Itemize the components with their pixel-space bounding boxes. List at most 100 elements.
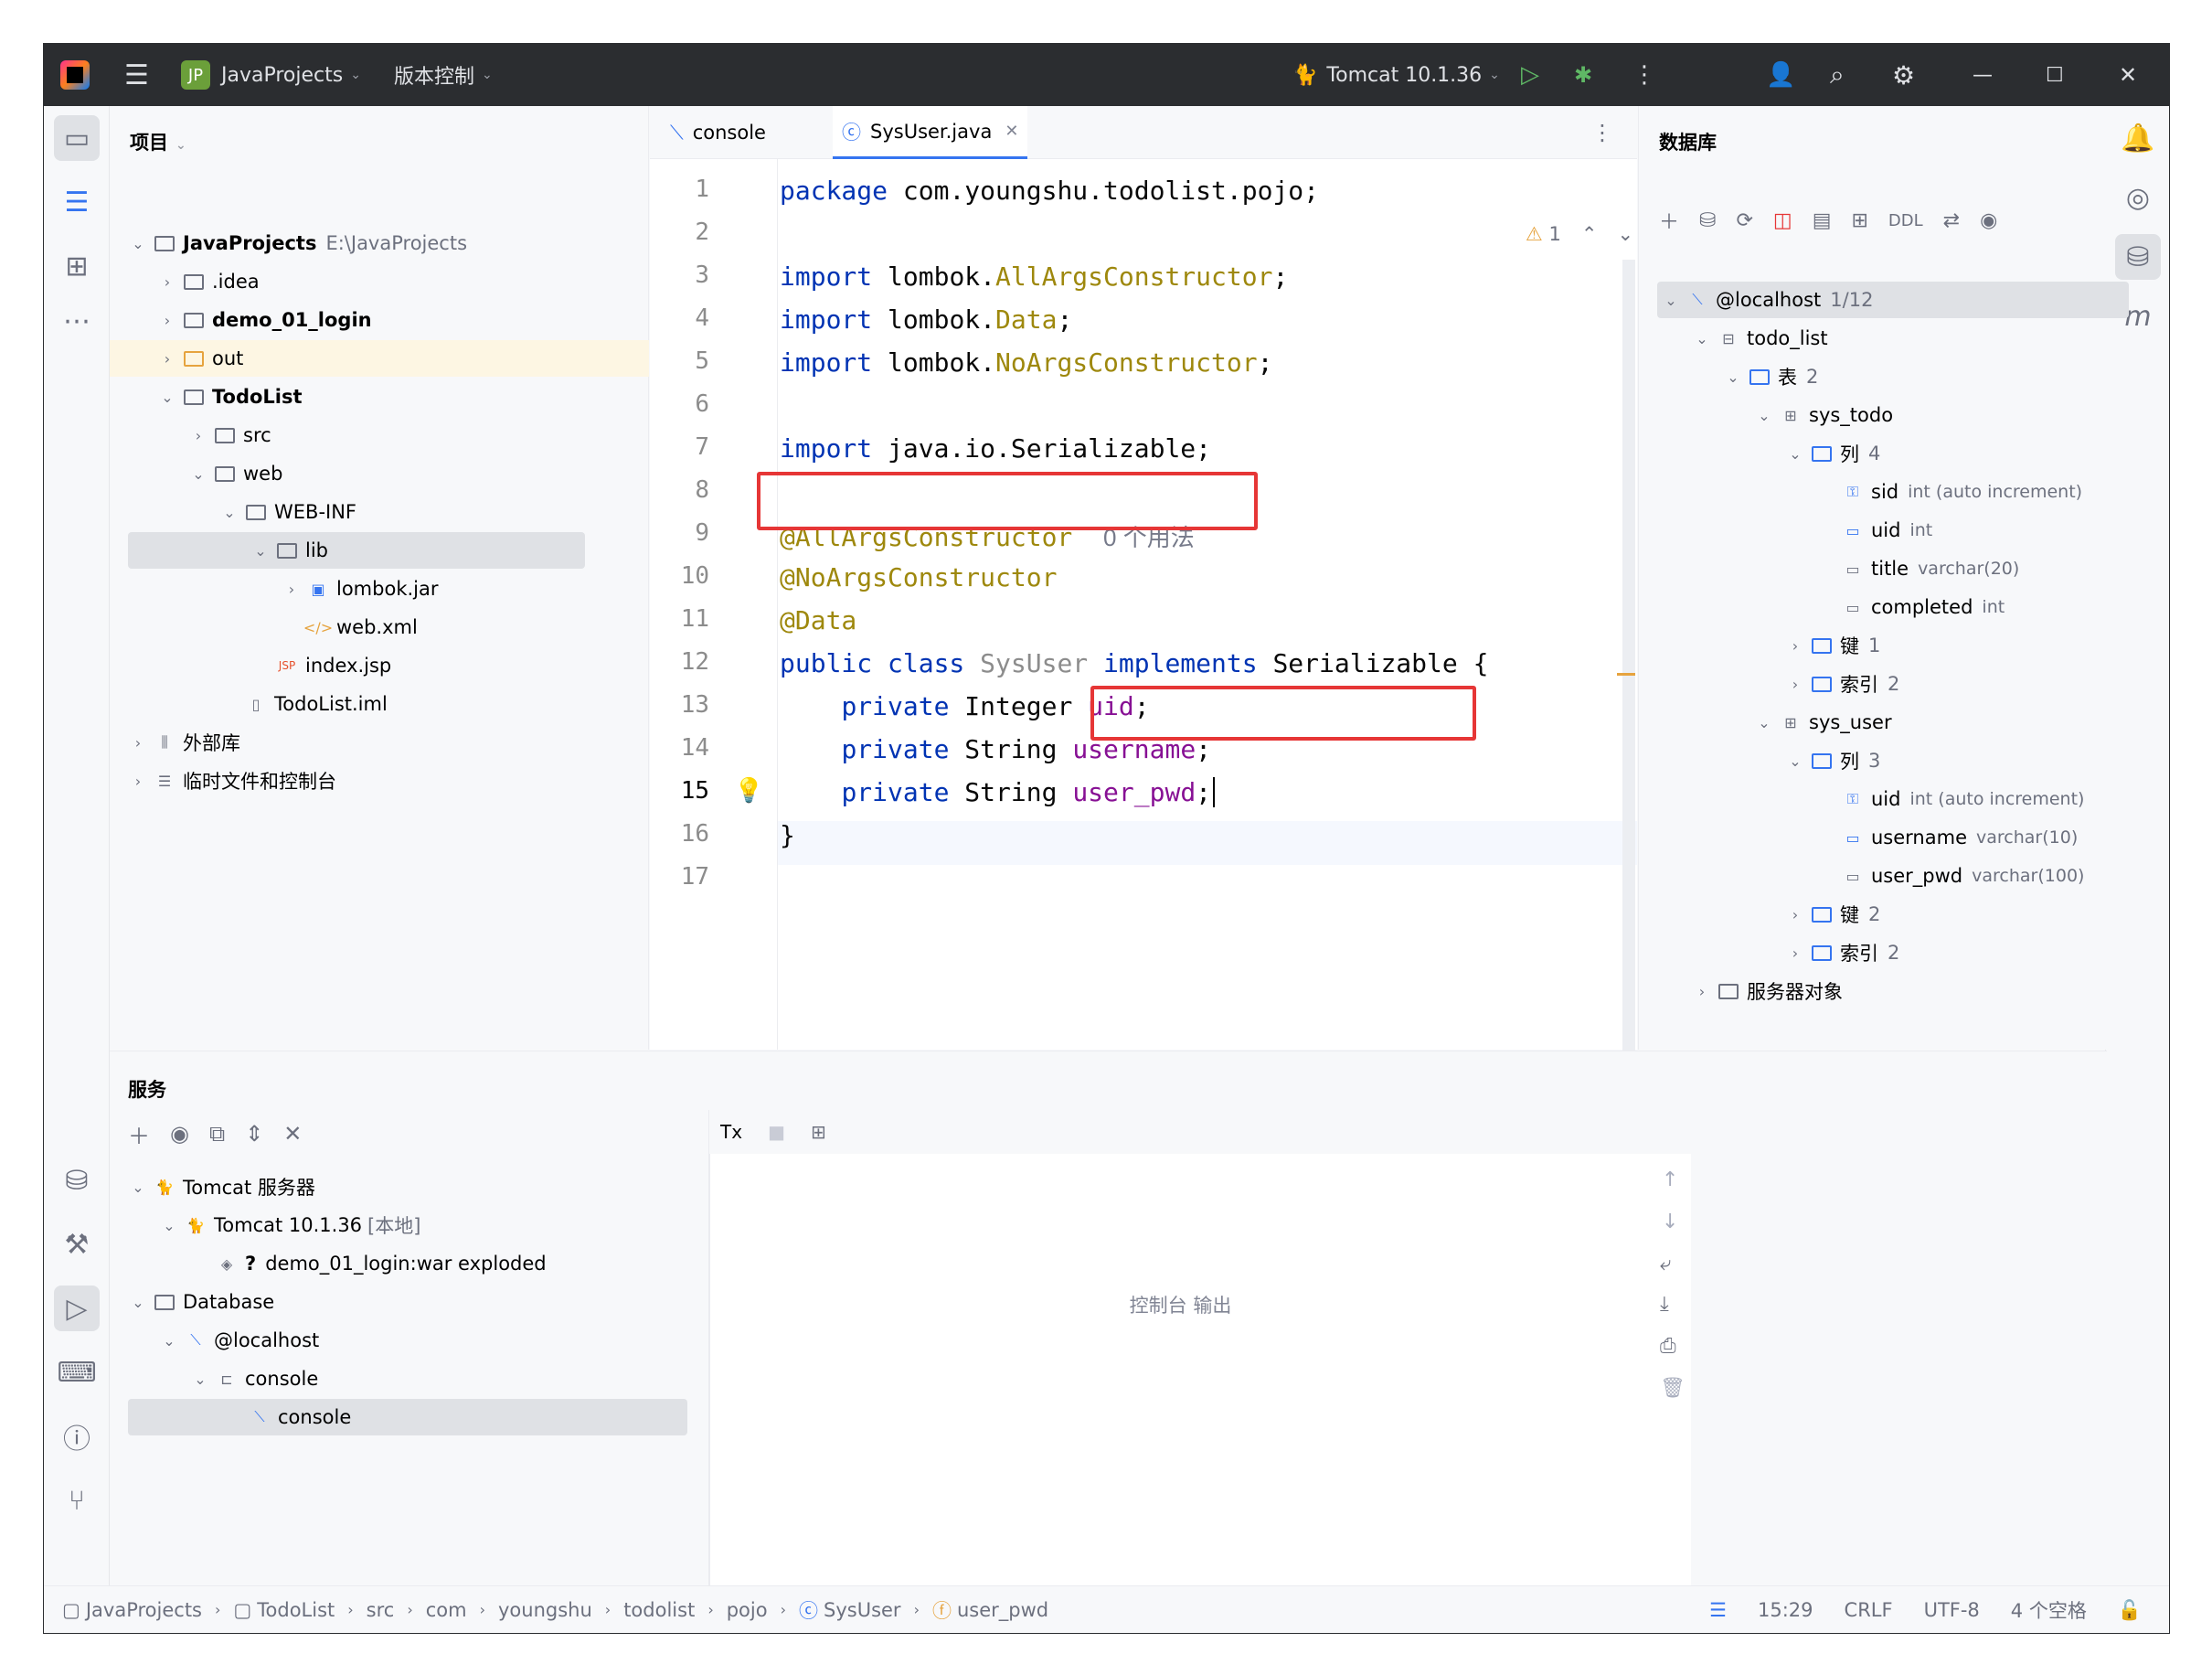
code-line-7[interactable]: import java.io.Serializable; (780, 433, 1211, 464)
datasource-icon[interactable]: ⛁ (1699, 209, 1716, 232)
code-line-10[interactable]: @NoArgsConstructor (780, 562, 1057, 592)
tree-item-src[interactable]: › src (188, 417, 271, 453)
breadcrumb-item[interactable]: todolist (623, 1599, 695, 1621)
tree-item-idea[interactable]: › .idea (157, 263, 260, 300)
db-item-columns[interactable]: ⌄ 列 3 (1785, 742, 1880, 779)
warning-marker[interactable] (1617, 673, 1635, 676)
collapse-all-icon[interactable]: ✕ (283, 1121, 302, 1147)
add-icon[interactable]: ＋ (1659, 206, 1679, 235)
db-item-localhost[interactable]: ⌄ ⟍ @localhost 1/12 (1661, 282, 1873, 318)
tabs-more-icon[interactable]: ⋮ (1582, 106, 1622, 159)
new-tab-icon[interactable]: ⧉ (209, 1121, 225, 1147)
tree-item-lib[interactable]: ⌄ lib (250, 532, 328, 569)
db-column-title[interactable]: ▭ title varchar(20) (1842, 550, 2019, 587)
tab-console[interactable]: ⟍ console (661, 106, 775, 159)
arrow-up-icon[interactable]: ↑ (1662, 1168, 1678, 1191)
db-item-indexes[interactable]: › 索引 2 (1785, 934, 1900, 971)
svc-item-console[interactable]: ⟍ console (249, 1399, 351, 1435)
tree-item-out[interactable]: › out (157, 340, 244, 377)
breadcrumb-item[interactable]: JavaProjects (86, 1599, 202, 1621)
breadcrumb-item[interactable]: src (367, 1599, 395, 1621)
svc-item-console-group[interactable]: ⌄ ⊏ console (190, 1360, 318, 1397)
svc-item-localhost[interactable]: ⌄ ⟍ @localhost (159, 1322, 319, 1359)
tree-item-index-jsp[interactable]: JSP index.jsp (276, 647, 391, 684)
tree-item-webinf[interactable]: ⌄ WEB-INF (219, 494, 356, 530)
settings-icon[interactable]: ⚙ (1892, 44, 1915, 106)
scroll-to-end-icon[interactable]: ⤓ (1660, 1293, 1669, 1316)
view-icon[interactable]: ◉ (170, 1121, 189, 1147)
db-item-columns[interactable]: ⌄ 列 4 (1785, 435, 1880, 472)
code-line-4[interactable]: import lombok.Data; (780, 304, 1072, 335)
tree-item-root[interactable]: ⌄ JavaProjects E:\JavaProjects (128, 225, 467, 261)
breadcrumb-item[interactable]: user_pwd (957, 1599, 1048, 1621)
code-line-11[interactable]: @Data (780, 605, 856, 635)
code-line-16[interactable]: } (780, 820, 795, 850)
db-column-sid[interactable]: ⚿ sid int (auto increment) (1842, 474, 2082, 510)
search-icon[interactable]: ⌕ (1830, 44, 1845, 106)
db-item-keys[interactable]: › 键 2 (1785, 896, 1881, 933)
add-user-icon[interactable]: 👤 (1766, 44, 1795, 106)
main-menu-icon[interactable]: ☰ (124, 44, 149, 106)
structure-tool-icon[interactable]: ☰ (54, 179, 100, 225)
indent-setting[interactable]: 4 个空格 (2011, 1596, 2087, 1624)
db-item-indexes[interactable]: › 索引 2 (1785, 666, 1900, 702)
svc-item-tomcat-instance[interactable]: ⌄ 🐈 Tomcat 10.1.36 [本地] (159, 1207, 420, 1243)
file-encoding[interactable]: UTF-8 (1924, 1599, 1980, 1621)
layout-icon[interactable]: ⊞ (811, 1121, 826, 1143)
db-column-username[interactable]: ▭ username varchar(10) (1842, 819, 2078, 856)
ai-assistant-icon[interactable]: ◎ (2115, 175, 2161, 220)
console-output[interactable]: 控制台 输出 (709, 1154, 1651, 1588)
problems-tool-icon[interactable]: ⓘ (54, 1414, 100, 1459)
breadcrumb-item[interactable]: SysUser (824, 1599, 901, 1621)
close-tab-icon[interactable]: ✕ (1005, 122, 1018, 141)
trash-icon[interactable]: 🗑 (1660, 1377, 1686, 1400)
db-column-completed[interactable]: ▭ completed int (1842, 589, 2005, 625)
db-item-keys[interactable]: › 键 1 (1785, 627, 1881, 664)
git-tool-icon[interactable]: ⑂ (54, 1478, 100, 1523)
code-line-1[interactable]: package com.youngshu.todolist.pojo; (780, 176, 1319, 206)
terminal-tool-icon[interactable]: ⌨ (54, 1350, 100, 1395)
tree-item-external-libs[interactable]: › ⫼ 外部库 (128, 724, 240, 761)
inspection-widget[interactable]: ⚠ 1 ⌃ ⌄ (1526, 223, 1633, 245)
lightbulb-icon[interactable]: 💡 (734, 777, 763, 805)
refresh-icon[interactable]: ⟳ (1736, 209, 1752, 232)
notifications-icon[interactable]: 🔔 (2115, 115, 2161, 161)
project-panel-title[interactable]: 项目 ⌄ (130, 128, 186, 155)
code-line-12[interactable]: public class SysUser implements Serializ… (780, 648, 1488, 678)
caret-position[interactable]: 15:29 (1758, 1599, 1813, 1621)
breadcrumb-item[interactable]: youngshu (498, 1599, 592, 1621)
build-tool-icon[interactable]: ⚒ (54, 1222, 100, 1267)
ddl-button[interactable]: DDL (1888, 211, 1923, 230)
console-icon[interactable]: ▤ (1813, 209, 1832, 232)
run-icon[interactable]: ▷ (1521, 44, 1539, 106)
plugins-tool-icon[interactable]: ⊞ (54, 243, 100, 289)
tree-item-lombok-jar[interactable]: › ▣ lombok.jar (282, 571, 439, 607)
jump-icon[interactable]: ⇄ (1943, 209, 1960, 232)
add-service-icon[interactable]: ＋ (128, 1118, 150, 1150)
expand-all-icon[interactable]: ⇕ (245, 1121, 263, 1147)
print-icon[interactable]: ⎙ (1660, 1335, 1676, 1358)
vcs-menu[interactable]: 版本控制 ⌄ (394, 44, 493, 106)
transaction-mode-button[interactable]: Tx (720, 1121, 742, 1143)
db-column-uid[interactable]: ▭ uid int (1842, 512, 1932, 549)
breadcrumb-item[interactable]: com (426, 1599, 467, 1621)
database-tool-icon[interactable]: ⛁ (54, 1158, 100, 1203)
db-column-user-pwd[interactable]: ▭ user_pwd varchar(100) (1842, 858, 2084, 894)
line-separator[interactable]: CRLF (1845, 1599, 1893, 1621)
tree-item-todolist[interactable]: ⌄ TodoList (157, 379, 302, 415)
db-item-schema[interactable]: ⌄ ⊟ todo_list (1692, 320, 1827, 357)
code-line-5[interactable]: import lombok.NoArgsConstructor; (780, 347, 1272, 378)
db-item-sys-user[interactable]: ⌄ ⊞ sys_user (1754, 704, 1891, 741)
debug-icon[interactable]: ✱ (1574, 44, 1592, 106)
code-line-3[interactable]: import lombok.AllArgsConstructor; (780, 261, 1288, 292)
svc-item-artifact[interactable]: ◈? demo_01_login:war exploded (216, 1245, 547, 1282)
table-icon[interactable]: ⊞ (1851, 209, 1867, 232)
breadcrumb-item[interactable]: TodoList (257, 1599, 335, 1621)
view-options-icon[interactable]: ◉ (1980, 209, 1997, 232)
breadcrumb-item[interactable]: pojo (727, 1599, 768, 1621)
run-config-selector[interactable]: 🐈 Tomcat 10.1.36 ⌄ (1292, 44, 1500, 106)
tree-item-scratches[interactable]: › ☰ 临时文件和控制台 (128, 763, 336, 799)
stop-icon[interactable]: ■ (768, 1121, 785, 1143)
db-item-tables[interactable]: ⌄ 表 2 (1723, 358, 1818, 395)
svc-item-tomcat-server[interactable]: ⌄ 🐈 Tomcat 服务器 (128, 1168, 315, 1205)
